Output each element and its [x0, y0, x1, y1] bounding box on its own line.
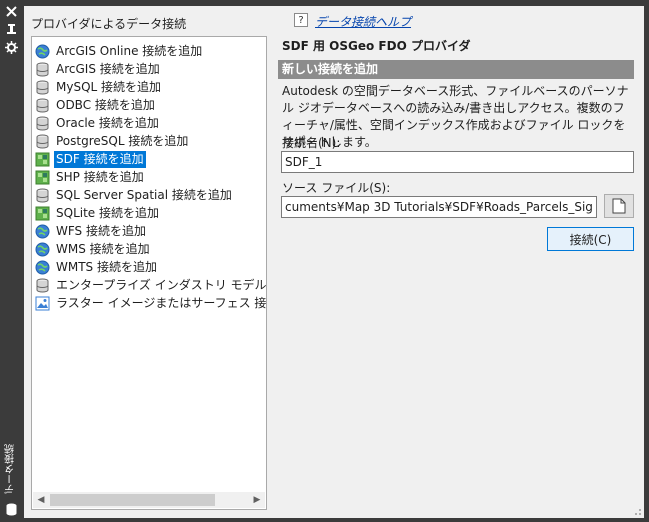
connect-button[interactable]: 接続(C) — [547, 227, 634, 251]
list-item[interactable]: WMS 接続を追加 — [35, 241, 152, 258]
close-icon[interactable] — [5, 5, 18, 18]
provider-list[interactable]: ArcGIS Online 接続を追加 ArcGIS 接続を追加 MySQL 接続を… — [31, 36, 267, 510]
gear-icon[interactable] — [5, 41, 18, 54]
image-icon — [35, 296, 50, 311]
scroll-right-arrow-icon[interactable]: ▶ — [249, 492, 265, 508]
browse-file-button[interactable] — [604, 194, 634, 218]
data-connect-panel: プロバイダによるデータ接続 ArcGIS Online 接続を追加 ArcGIS … — [24, 6, 644, 518]
list-item[interactable]: MySQL 接続を追加 — [35, 79, 163, 96]
globe-icon — [35, 224, 50, 239]
raster-file-icon — [35, 170, 50, 185]
list-item[interactable]: SDF 接続を追加 — [35, 151, 146, 168]
list-item-label: WFS 接続を追加 — [56, 224, 146, 238]
list-item-label: MySQL 接続を追加 — [56, 80, 162, 94]
list-item-label: SHP 接続を追加 — [56, 170, 144, 184]
list-item[interactable]: WMTS 接続を追加 — [35, 259, 159, 276]
database-icon — [35, 62, 50, 77]
help-link[interactable]: データ接続ヘルプ — [315, 13, 411, 30]
list-item-label: エンタープライズ インダストリ モデル 接続を追加 — [56, 278, 267, 292]
database-icon — [35, 188, 50, 203]
database-icon — [35, 80, 50, 95]
raster-file-icon — [35, 152, 50, 167]
list-item[interactable]: エンタープライズ インダストリ モデル 接続を追加 — [35, 277, 267, 294]
horizontal-scrollbar[interactable]: ◀ ▶ — [33, 492, 265, 508]
database-icon — [35, 134, 50, 149]
document-icon — [612, 198, 626, 214]
scrollbar-thumb[interactable] — [50, 494, 215, 506]
list-item-label: Oracle 接続を追加 — [56, 116, 159, 130]
auto-hide-icon[interactable] — [5, 23, 18, 36]
list-item-label: SDF 接続を追加 — [54, 151, 146, 168]
scroll-left-arrow-icon[interactable]: ◀ — [33, 492, 49, 508]
list-item-label: SQLite 接続を追加 — [56, 206, 159, 220]
list-item-label: ArcGIS Online 接続を追加 — [56, 44, 203, 58]
globe-icon — [35, 44, 50, 59]
source-file-label: ソース ファイル(S): — [282, 181, 391, 195]
palette-title: データ接続 — [5, 444, 17, 494]
list-item[interactable]: ラスター イメージまたはサーフェス 接続を追加 — [35, 295, 267, 312]
list-item[interactable]: Oracle 接続を追加 — [35, 115, 161, 132]
provider-list-header: プロバイダによるデータ接続 — [31, 17, 187, 31]
list-item[interactable]: ODBC 接続を追加 — [35, 97, 157, 114]
list-item[interactable]: ArcGIS 接続を追加 — [35, 61, 162, 78]
database-icon — [35, 98, 50, 113]
database-icon — [35, 278, 50, 293]
list-item[interactable]: SQL Server Spatial 接続を追加 — [35, 187, 234, 204]
palette-titlebar: データ接続 — [0, 0, 22, 522]
resize-grip-icon[interactable] — [632, 506, 642, 516]
list-item-label: WMTS 接続を追加 — [56, 260, 157, 274]
list-item-label: ArcGIS 接続を追加 — [56, 62, 160, 76]
list-item-label: ODBC 接続を追加 — [56, 98, 155, 112]
list-item[interactable]: SQLite 接続を追加 — [35, 205, 161, 222]
globe-icon — [35, 260, 50, 275]
list-item[interactable]: PostgreSQL 接続を追加 — [35, 133, 190, 150]
connection-name-label: 接続名(N): — [282, 136, 341, 150]
database-icon — [35, 116, 50, 131]
list-item-label: PostgreSQL 接続を追加 — [56, 134, 189, 148]
connection-name-input[interactable] — [281, 151, 634, 173]
list-item-label: ラスター イメージまたはサーフェス 接続を追加 — [56, 296, 267, 310]
raster-file-icon — [35, 206, 50, 221]
list-item-label: SQL Server Spatial 接続を追加 — [56, 188, 232, 202]
list-item[interactable]: ArcGIS Online 接続を追加 — [35, 43, 204, 60]
database-icon — [6, 503, 17, 516]
source-file-input[interactable] — [281, 196, 597, 218]
list-item[interactable]: WFS 接続を追加 — [35, 223, 148, 240]
help-icon[interactable]: ? — [294, 13, 308, 27]
globe-icon — [35, 242, 50, 257]
list-item-label: WMS 接続を追加 — [56, 242, 150, 256]
list-item[interactable]: SHP 接続を追加 — [35, 169, 146, 186]
provider-title: SDF 用 OSGeo FDO プロバイダ — [282, 39, 471, 53]
section-header: 新しい接続を追加 — [278, 60, 634, 79]
